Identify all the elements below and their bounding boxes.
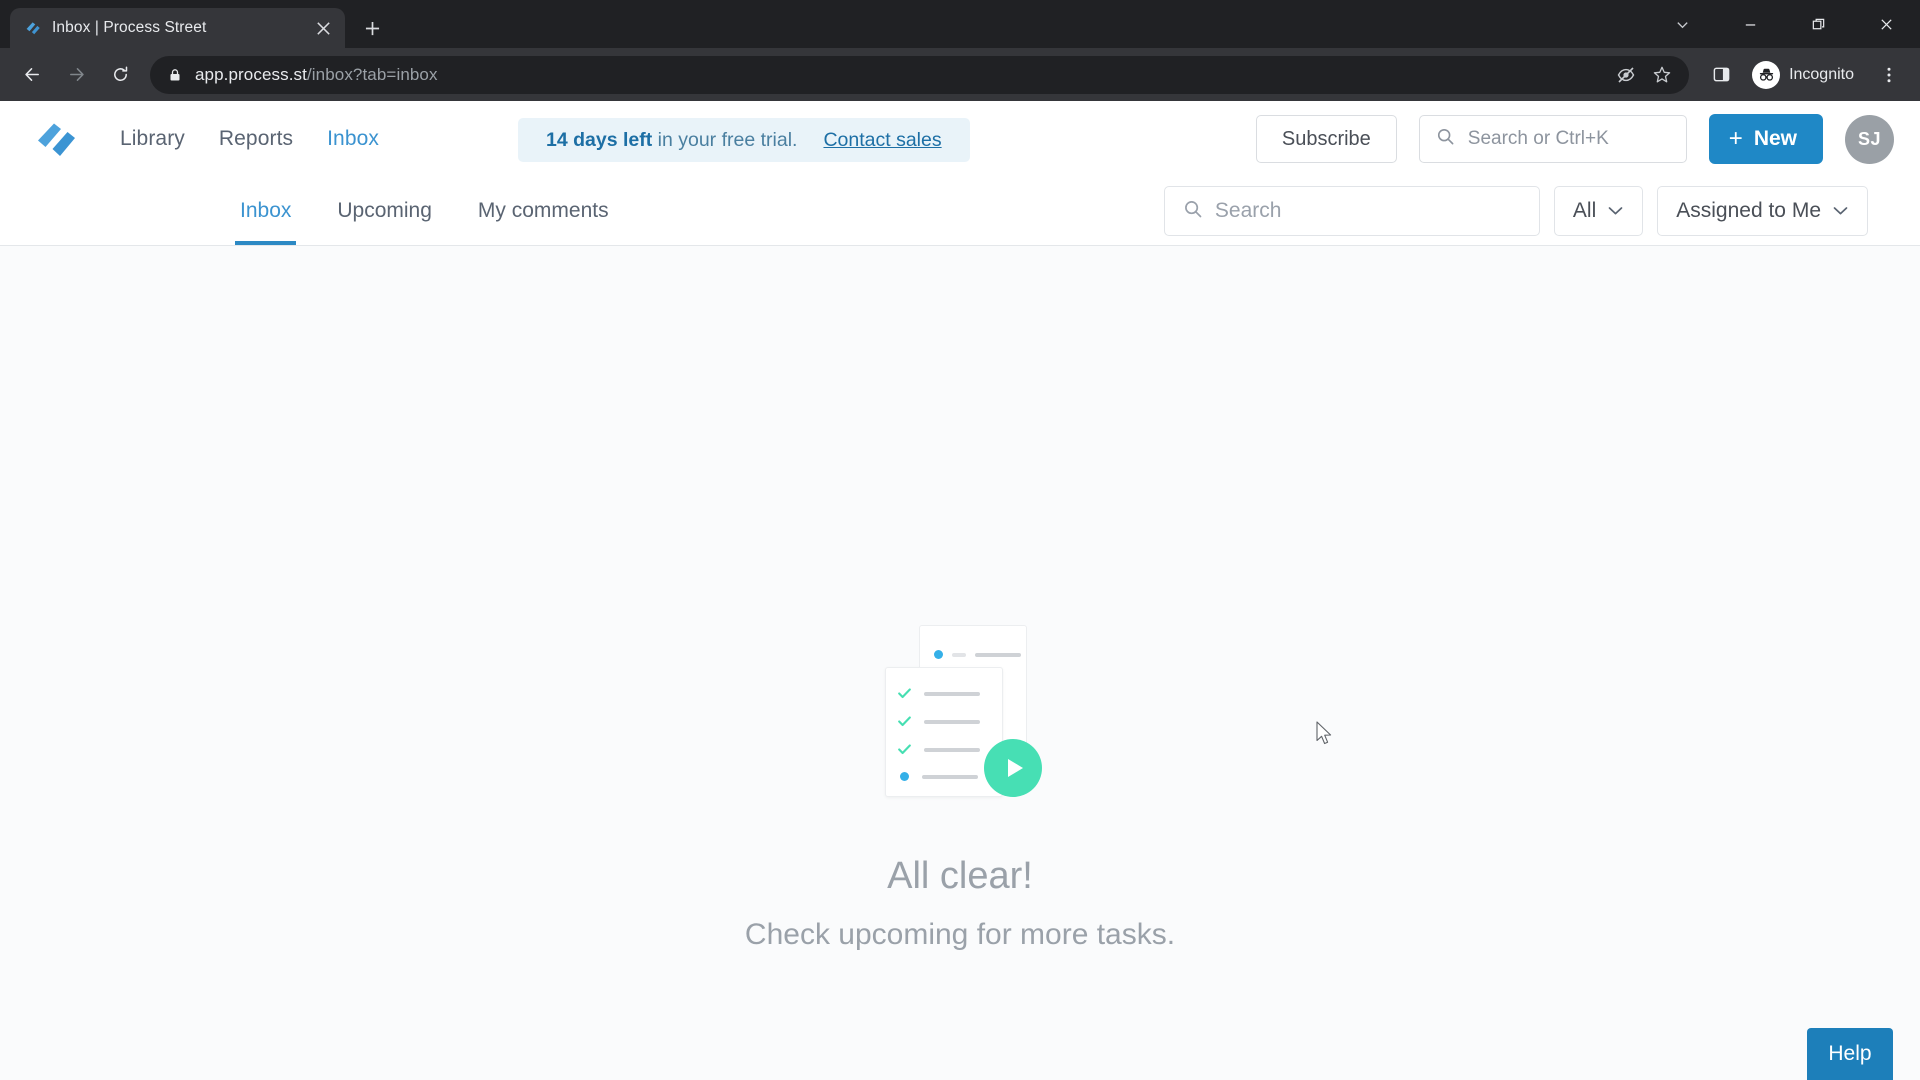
trial-rest-text: in your free trial. xyxy=(652,128,798,151)
search-icon xyxy=(1183,199,1203,224)
illustration-dot xyxy=(900,772,909,781)
reload-icon[interactable] xyxy=(100,55,140,95)
app-header-right: Subscribe + New SJ xyxy=(1255,114,1894,164)
tab-title: Inbox | Process Street xyxy=(52,19,207,36)
inbox-search-input[interactable] xyxy=(1214,199,1521,223)
checklist-play-illustration xyxy=(885,625,1042,797)
close-icon[interactable] xyxy=(311,16,335,40)
trial-text: 14 days left in your free trial. xyxy=(546,129,797,152)
empty-state-title: All clear! xyxy=(887,855,1033,897)
process-street-logo[interactable] xyxy=(34,116,80,162)
chevron-down-icon xyxy=(1832,199,1849,223)
forward-arrow-icon[interactable] xyxy=(56,55,96,95)
filter-all-dropdown[interactable]: All xyxy=(1553,186,1644,236)
trial-banner: 14 days left in your free trial. Contact… xyxy=(518,118,970,162)
incognito-indicator[interactable]: Incognito xyxy=(1747,58,1868,92)
url-host: app.process.st xyxy=(195,64,307,84)
inbox-search[interactable] xyxy=(1163,186,1540,236)
check-icon xyxy=(898,744,911,755)
chevron-down-icon[interactable] xyxy=(1648,0,1716,48)
avatar[interactable]: SJ xyxy=(1845,114,1894,164)
mouse-cursor xyxy=(1316,721,1332,745)
sub-navigation: Inbox Upcoming My comments All xyxy=(0,177,1920,246)
eye-slash-icon[interactable] xyxy=(1611,60,1641,90)
browser-toolbar: app.process.st/inbox?tab=inbox Incognito xyxy=(0,48,1920,101)
new-button[interactable]: + New xyxy=(1708,114,1823,164)
close-icon[interactable] xyxy=(1852,0,1920,48)
process-street-app: Library Reports Inbox 14 days left in yo… xyxy=(0,101,1920,1080)
url-path: /inbox?tab=inbox xyxy=(306,64,438,84)
toolbar-right: Incognito xyxy=(1701,55,1908,95)
tab-strip: Inbox | Process Street xyxy=(0,0,1920,48)
star-icon[interactable] xyxy=(1647,60,1677,90)
incognito-icon xyxy=(1752,60,1781,89)
trial-days-left: 14 days left xyxy=(546,128,653,151)
help-button[interactable]: Help xyxy=(1807,1028,1893,1080)
browser-window: Inbox | Process Street app.process.st/in… xyxy=(0,0,1920,1080)
inbox-tabs: Inbox Upcoming My comments xyxy=(235,177,650,245)
side-panel-icon[interactable] xyxy=(1701,55,1741,95)
main-navigation: Library Reports Inbox xyxy=(120,127,379,151)
app-header: Library Reports Inbox 14 days left in yo… xyxy=(0,101,1920,177)
new-tab-button[interactable] xyxy=(355,11,389,45)
nav-item-reports[interactable]: Reports xyxy=(219,127,293,151)
filter-all-label: All xyxy=(1572,199,1597,222)
chevron-down-icon xyxy=(1607,199,1624,223)
incognito-label: Incognito xyxy=(1789,65,1854,83)
check-icon xyxy=(898,688,911,699)
address-bar[interactable]: app.process.st/inbox?tab=inbox xyxy=(150,55,1690,94)
contact-sales-link[interactable]: Contact sales xyxy=(823,129,941,152)
minimize-icon[interactable] xyxy=(1716,0,1784,48)
process-street-favicon xyxy=(24,19,42,37)
sub-navigation-right: All Assigned to Me xyxy=(1163,186,1868,236)
omnibox-icons xyxy=(1611,60,1677,90)
kebab-menu-icon[interactable] xyxy=(1870,56,1908,94)
lock-icon xyxy=(168,68,182,82)
filter-assignee-label: Assigned to Me xyxy=(1676,199,1821,222)
new-button-label: New xyxy=(1753,127,1797,150)
nav-item-inbox[interactable]: Inbox xyxy=(327,127,379,151)
nav-item-library[interactable]: Library xyxy=(120,127,185,151)
global-search[interactable] xyxy=(1418,115,1687,163)
window-controls xyxy=(1648,0,1920,48)
tab-my-comments[interactable]: My comments xyxy=(473,177,614,245)
back-arrow-icon[interactable] xyxy=(12,55,52,95)
empty-state-subtitle: Check upcoming for more tasks. xyxy=(744,918,1176,951)
illustration-dot xyxy=(934,650,943,659)
global-search-input[interactable] xyxy=(1467,128,1670,150)
filter-assignee-dropdown[interactable]: Assigned to Me xyxy=(1657,186,1868,236)
play-button-icon xyxy=(984,739,1042,797)
address-bar-url: app.process.st/inbox?tab=inbox xyxy=(195,65,438,85)
browser-tab[interactable]: Inbox | Process Street xyxy=(10,8,345,48)
plus-icon: + xyxy=(1728,125,1743,152)
restore-icon[interactable] xyxy=(1784,0,1852,48)
inbox-empty-state: All clear! Check upcoming for more tasks… xyxy=(0,247,1920,1080)
check-icon xyxy=(898,716,911,727)
tab-inbox[interactable]: Inbox xyxy=(235,177,297,245)
search-icon xyxy=(1436,127,1455,151)
subscribe-button[interactable]: Subscribe xyxy=(1255,115,1397,163)
tab-upcoming[interactable]: Upcoming xyxy=(332,177,437,245)
